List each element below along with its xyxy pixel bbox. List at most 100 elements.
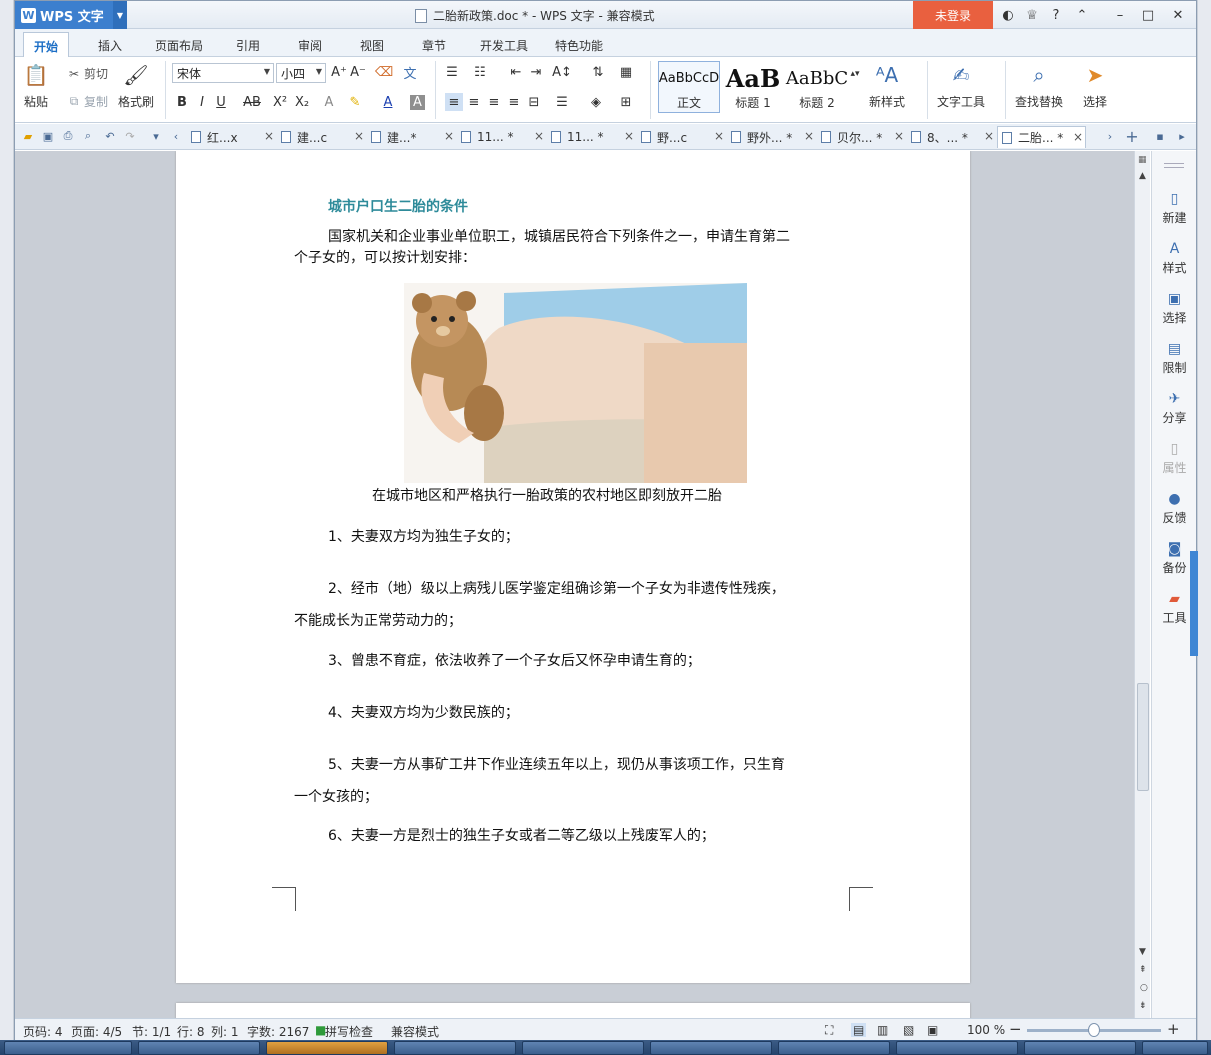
cut-button[interactable]: ✂ 剪切 — [67, 65, 108, 82]
skin-icon[interactable]: ◐ — [997, 1, 1019, 29]
tab-chapter[interactable]: 章节 — [412, 35, 456, 57]
new-tab-icon[interactable]: + — [1125, 127, 1139, 146]
phonetic-guide-icon[interactable]: 文 — [401, 63, 419, 82]
doc-tab[interactable]: 8、... * × — [907, 126, 996, 148]
close-icon[interactable]: × — [1073, 130, 1083, 144]
scrollbar-thumb[interactable] — [1137, 683, 1149, 791]
tab-menu-icon[interactable]: ▸ — [1175, 129, 1189, 143]
tab-page-layout[interactable]: 页面布局 — [145, 35, 213, 57]
open-folder-icon[interactable]: ▰ — [21, 129, 35, 143]
shrink-font-icon[interactable]: A⁻ — [349, 63, 367, 81]
zoom-level[interactable]: 100 % — [967, 1023, 1005, 1037]
copy-button[interactable]: ⧉ 复制 — [67, 93, 108, 110]
taskbar-item[interactable] — [522, 1041, 644, 1055]
status-spell-check[interactable]: 拼写检查 — [325, 1023, 373, 1040]
tab-view[interactable]: 视图 — [350, 35, 394, 57]
help-icon[interactable]: ? — [1045, 1, 1067, 29]
font-color-icon[interactable]: A — [379, 93, 397, 111]
justify-icon[interactable]: ≡ — [505, 93, 523, 111]
side-select-button[interactable]: ▣ 选择 — [1152, 291, 1197, 326]
format-painter-button[interactable]: 🖌 格式刷 — [118, 61, 154, 110]
save-icon[interactable]: ▣ — [41, 129, 55, 143]
scroll-down-icon[interactable]: ▼ — [1139, 947, 1146, 957]
decrease-indent-icon[interactable]: ⇤ — [507, 63, 525, 81]
scroll-up-icon[interactable]: ▲ — [1139, 171, 1146, 181]
increase-indent-icon[interactable]: ⇥ — [527, 63, 545, 81]
strikethrough-icon[interactable]: AB — [241, 93, 263, 111]
tab-scroll-right-icon[interactable]: › — [1103, 129, 1117, 143]
taskbar-item[interactable] — [266, 1041, 388, 1055]
doc-tab[interactable]: 11... * × — [547, 126, 636, 148]
minimize-icon[interactable]: – — [1109, 1, 1131, 29]
web-view-icon[interactable]: ▧ — [903, 1023, 914, 1037]
tab-review[interactable]: 审阅 — [288, 35, 332, 57]
line-spacing-icon[interactable]: ☰ — [553, 93, 571, 111]
doc-tab-active[interactable]: 二胎... * × — [997, 126, 1086, 148]
distribute-icon[interactable]: ⊟ — [525, 93, 543, 111]
side-share-button[interactable]: ✈ 分享 — [1152, 391, 1197, 426]
tab-special-features[interactable]: 特色功能 — [545, 35, 613, 57]
taskbar-item[interactable] — [650, 1041, 772, 1055]
clear-format-icon[interactable]: ⌫ — [375, 63, 393, 81]
ruler-toggle-icon[interactable]: ▦ — [1138, 155, 1147, 165]
side-properties-button[interactable]: ▯ 属性 — [1152, 441, 1197, 476]
vertical-scrollbar[interactable]: ▦ ▲ ▼ ⇞ ○ ⇟ — [1134, 151, 1150, 1018]
superscript-icon[interactable]: X² — [271, 93, 289, 111]
shading-icon[interactable]: ◈ — [587, 93, 605, 111]
next-document-page[interactable] — [176, 1003, 970, 1018]
doc-tab[interactable]: 野外... * × — [727, 126, 816, 148]
table-grid-icon[interactable]: ▦ — [617, 63, 635, 81]
doc-tab[interactable]: 11... * × — [457, 126, 546, 148]
tab-scroll-left-icon[interactable]: ‹ — [169, 129, 183, 143]
close-icon[interactable]: × — [534, 129, 544, 143]
app-menu-button[interactable]: W WPS 文字 — [15, 1, 127, 29]
side-style-button[interactable]: A 样式 — [1152, 241, 1197, 276]
document-workspace[interactable]: 城市户口生二胎的条件 国家机关和企业事业单位职工，城镇居民符合下列条件之一，申请… — [15, 151, 1134, 1018]
tab-insert[interactable]: 插入 — [88, 35, 132, 57]
taskbar-item[interactable] — [778, 1041, 890, 1055]
side-feedback-button[interactable]: ● 反馈 — [1152, 491, 1197, 526]
subscript-icon[interactable]: X₂ — [293, 93, 311, 111]
zoom-slider-knob[interactable] — [1088, 1023, 1100, 1037]
taskbar-item[interactable] — [1142, 1041, 1208, 1055]
align-center-icon[interactable]: ≡ — [465, 93, 483, 111]
taskbar-item[interactable] — [138, 1041, 260, 1055]
doc-tab[interactable]: 贝尔... * × — [817, 126, 906, 148]
character-shading-icon[interactable]: A — [410, 95, 425, 110]
find-replace-button[interactable]: ⌕ 查找替换 — [1015, 61, 1063, 110]
font-name-combo[interactable]: 宋体 ▼ — [172, 63, 274, 83]
app-menu-dropdown-icon[interactable]: ▼ — [113, 1, 127, 29]
zoom-in-icon[interactable]: + — [1167, 1020, 1180, 1038]
print-icon[interactable]: ⎙ — [61, 129, 75, 143]
side-new-button[interactable]: ▯ 新建 — [1152, 191, 1197, 226]
quick-access-dropdown-icon[interactable]: ▾ — [149, 129, 163, 143]
character-scale-icon[interactable]: A↕ — [552, 63, 572, 81]
highlight-icon[interactable]: ✎ — [346, 93, 364, 111]
align-right-icon[interactable]: ≡ — [485, 93, 503, 111]
doc-tab[interactable]: 建...* × — [367, 126, 456, 148]
taskbar-item[interactable] — [896, 1041, 1018, 1055]
maximize-icon[interactable]: □ — [1137, 1, 1159, 29]
underline-icon[interactable]: U — [212, 93, 230, 111]
status-word-count[interactable]: 字数: 2167 — [247, 1023, 309, 1040]
bold-icon[interactable]: B — [173, 93, 191, 111]
next-page-icon[interactable]: ⇟ — [1139, 1001, 1147, 1011]
close-icon[interactable]: × — [714, 129, 724, 143]
tab-developer[interactable]: 开发工具 — [470, 35, 538, 57]
align-left-icon[interactable]: ≡ — [445, 93, 463, 111]
borders-icon[interactable]: ⊞ — [617, 93, 635, 111]
close-icon[interactable]: × — [894, 129, 904, 143]
undo-icon[interactable]: ↶ — [103, 129, 117, 143]
panel-grip-icon[interactable] — [1164, 163, 1184, 168]
pregnant-belly-teddy-bear-photo[interactable] — [404, 283, 747, 483]
sort-icon[interactable]: ⇅ — [589, 63, 607, 81]
redo-icon[interactable]: ↷ — [123, 129, 137, 143]
close-icon[interactable]: ✕ — [1167, 1, 1189, 29]
print-preview-icon[interactable]: ⌕ — [81, 129, 95, 143]
close-icon[interactable]: × — [444, 129, 454, 143]
bullet-list-icon[interactable]: ☰ — [443, 63, 461, 81]
font-size-combo[interactable]: 小四 ▼ — [276, 63, 326, 83]
select-button[interactable]: ➤ 选择 — [1082, 61, 1108, 110]
close-icon[interactable]: × — [354, 129, 364, 143]
tab-list-icon[interactable]: ▪ — [1153, 129, 1167, 143]
